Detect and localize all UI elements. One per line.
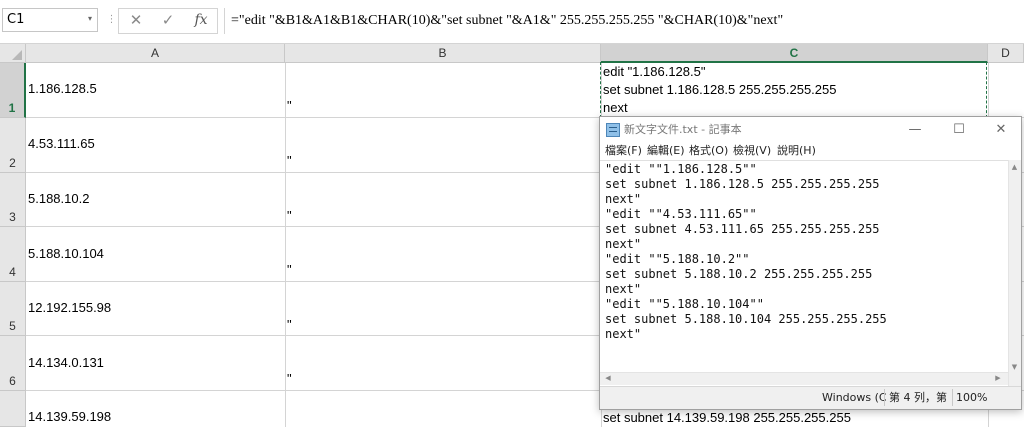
- formula-input[interactable]: ="edit "&B1&A1&B1&CHAR(10)&"set subnet "…: [224, 8, 1024, 34]
- text-line: set subnet 4.53.111.65 255.255.255.255: [605, 222, 880, 236]
- menu-file[interactable]: 檔案(F): [605, 142, 642, 160]
- column-header-c[interactable]: C: [601, 44, 988, 63]
- cell-b1[interactable]: ": [287, 98, 292, 113]
- text-line: set subnet 5.188.10.104 255.255.255.255: [605, 312, 887, 326]
- notepad-icon-line: [609, 131, 617, 132]
- cell-b6[interactable]: ": [287, 371, 292, 386]
- cell-b2[interactable]: ": [287, 153, 292, 168]
- column-header-b[interactable]: B: [285, 44, 601, 63]
- scroll-down-icon[interactable]: ▼: [1008, 362, 1021, 372]
- cell-a7[interactable]: 14.139.59.198: [28, 409, 111, 424]
- text-line: next": [605, 237, 642, 251]
- column-header-a[interactable]: A: [26, 44, 285, 63]
- select-all-triangle-icon: [12, 50, 22, 60]
- text-line: set subnet 5.188.10.2 255.255.255.255: [605, 267, 873, 281]
- enter-icon[interactable]: ✓: [158, 9, 178, 31]
- notepad-icon-line: [609, 127, 617, 128]
- cell-a4[interactable]: 5.188.10.104: [28, 246, 104, 261]
- row-header-label: 4: [9, 265, 16, 279]
- maximize-icon[interactable]: ☐: [944, 120, 974, 140]
- cell-b4[interactable]: ": [287, 262, 292, 277]
- chevron-down-icon[interactable]: ▾: [84, 8, 96, 30]
- text-line: next": [605, 282, 642, 296]
- text-line: "edit ""5.188.10.2"": [605, 252, 750, 266]
- text-line: "edit ""5.188.10.104"": [605, 297, 764, 311]
- row-header-label: 6: [9, 374, 16, 388]
- cell-b3[interactable]: ": [287, 208, 292, 223]
- text-line: next": [605, 192, 642, 206]
- notepad-icon: [606, 123, 620, 137]
- status-divider: [884, 389, 885, 406]
- cell-c7-line[interactable]: set subnet 14.139.59.198 255.255.255.255: [603, 410, 851, 425]
- cell-a1[interactable]: 1.186.128.5: [28, 81, 97, 96]
- row-header-label: 3: [9, 210, 16, 224]
- notepad-title: 新文字文件.txt - 記事本: [624, 123, 742, 136]
- scroll-up-icon[interactable]: ▲: [1008, 162, 1021, 172]
- vertical-scrollbar[interactable]: [1008, 160, 1021, 386]
- horizontal-scrollbar[interactable]: [600, 372, 1008, 385]
- row-header-1[interactable]: 1: [0, 63, 26, 118]
- text-line: "edit ""1.186.128.5"": [605, 162, 757, 176]
- text-line: "edit ""4.53.111.65"": [605, 207, 757, 221]
- row-header-4[interactable]: 4: [0, 227, 26, 282]
- menu-help[interactable]: 說明(H): [777, 142, 816, 160]
- scroll-left-icon[interactable]: ◀: [602, 372, 614, 385]
- insert-function-icon[interactable]: fx: [190, 9, 212, 31]
- column-header-d[interactable]: D: [988, 44, 1024, 63]
- scroll-right-icon[interactable]: ▶: [992, 372, 1004, 385]
- menu-format[interactable]: 格式(O): [689, 142, 728, 160]
- row-header-label: 2: [9, 156, 16, 170]
- column-divider: [285, 63, 286, 427]
- row-header-label: 5: [9, 319, 16, 333]
- row-header-3[interactable]: 3: [0, 173, 26, 227]
- row-header-6[interactable]: 6: [0, 336, 26, 391]
- status-position: 第 4 列，第: [889, 391, 947, 404]
- close-icon[interactable]: ✕: [986, 120, 1016, 140]
- cell-a6[interactable]: 14.134.0.131: [28, 355, 104, 370]
- status-zoom: 100%: [956, 391, 988, 404]
- drag-handle-icon[interactable]: ⋮: [106, 10, 117, 30]
- copy-marquee: [600, 62, 987, 118]
- cell-a5[interactable]: 12.192.155.98: [28, 300, 111, 315]
- status-encoding: Windows (C: [822, 391, 887, 404]
- minimize-icon[interactable]: —: [900, 120, 930, 140]
- row-header-label: 1: [8, 101, 16, 115]
- menu-view[interactable]: 檢視(V): [733, 142, 771, 160]
- row-header-7[interactable]: [0, 391, 26, 427]
- cell-a2[interactable]: 4.53.111.65: [28, 136, 95, 151]
- text-line: set subnet 1.186.128.5 255.255.255.255: [605, 177, 880, 191]
- cell-b5[interactable]: ": [287, 317, 292, 332]
- cell-a3[interactable]: 5.188.10.2: [28, 191, 89, 206]
- menu-edit[interactable]: 編輯(E): [647, 142, 685, 160]
- row-header-5[interactable]: 5: [0, 282, 26, 336]
- status-divider: [952, 389, 953, 406]
- text-line: next": [605, 327, 642, 341]
- cancel-icon[interactable]: ✕: [126, 9, 146, 31]
- row-header-2[interactable]: 2: [0, 118, 26, 173]
